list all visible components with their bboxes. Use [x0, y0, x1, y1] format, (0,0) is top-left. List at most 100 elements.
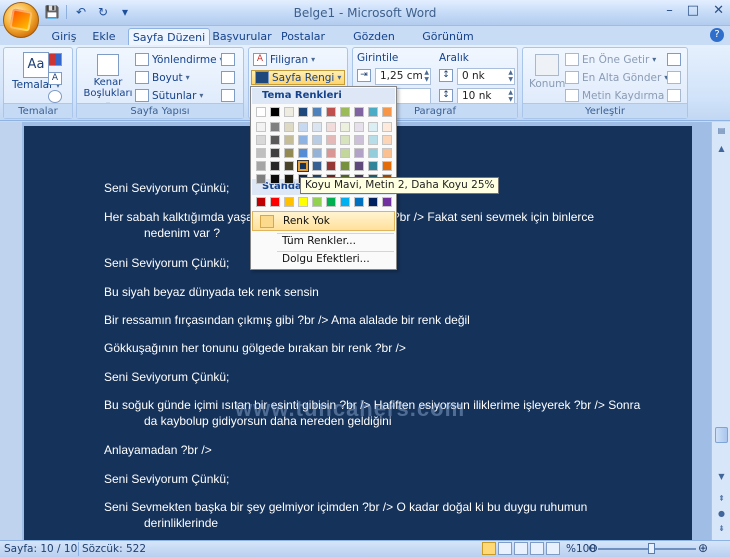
theme-colors-button[interactable] — [48, 53, 62, 66]
paragraph[interactable]: Bu siyah beyaz dünyada tek renk sensin — [104, 285, 319, 299]
zoom-out-icon[interactable]: ⊖ — [588, 541, 598, 555]
web-layout-icon[interactable] — [514, 542, 528, 555]
theme-shade-swatch[interactable] — [312, 122, 322, 132]
standard-color-swatch[interactable] — [340, 197, 350, 207]
theme-shade-swatch[interactable] — [340, 161, 350, 171]
next-page-icon[interactable]: ⇟ — [715, 524, 728, 533]
theme-shade-swatch[interactable] — [354, 135, 364, 145]
zoom-in-icon[interactable]: ⊕ — [698, 541, 708, 555]
zoom-slider-knob[interactable] — [648, 543, 655, 554]
theme-shade-swatch[interactable] — [368, 148, 378, 158]
align-button[interactable] — [667, 53, 681, 66]
tab-view[interactable]: Görünüm — [420, 28, 476, 46]
theme-color-swatch[interactable] — [298, 107, 308, 117]
close-button[interactable]: ✕ — [713, 3, 724, 18]
full-screen-reading-icon[interactable] — [498, 542, 512, 555]
theme-shade-swatch[interactable] — [298, 122, 308, 132]
page-count[interactable]: Sayfa: 10 / 10 — [4, 543, 77, 555]
theme-shade-swatch[interactable] — [256, 174, 266, 184]
theme-color-swatch[interactable] — [284, 107, 294, 117]
theme-color-swatch[interactable] — [312, 107, 322, 117]
no-color-item[interactable]: Renk Yok — [252, 211, 395, 231]
theme-shade-swatch[interactable] — [354, 122, 364, 132]
scroll-down-icon[interactable]: ▼ — [715, 472, 728, 481]
group-button[interactable] — [667, 71, 681, 84]
paragraph[interactable]: Bir ressamın fırçasından çıkmış gibi ?br… — [104, 313, 470, 327]
vertical-scrollbar[interactable]: ▤ ▲ ▼ ⇞ ● ⇟ — [711, 122, 730, 540]
theme-shade-swatch[interactable] — [270, 122, 280, 132]
more-colors-item[interactable]: Tüm Renkler... — [252, 232, 395, 252]
theme-shade-swatch[interactable] — [382, 161, 392, 171]
minimize-button[interactable]: – — [666, 3, 673, 18]
paragraph[interactable]: Seni Seviyorum Çünkü; — [104, 181, 229, 195]
theme-effects-button[interactable] — [48, 90, 62, 103]
fill-effects-item[interactable]: Dolgu Efektleri... — [252, 250, 395, 270]
tab-insert[interactable]: Ekle — [86, 28, 122, 46]
zoom-slider[interactable] — [598, 548, 696, 550]
maximize-button[interactable]: □ — [687, 3, 699, 18]
theme-color-swatch[interactable] — [382, 107, 392, 117]
theme-shade-swatch[interactable] — [368, 135, 378, 145]
theme-shade-swatch[interactable] — [256, 135, 266, 145]
theme-shade-swatch[interactable] — [326, 135, 336, 145]
theme-color-swatch[interactable] — [326, 107, 336, 117]
standard-color-swatch[interactable] — [354, 197, 364, 207]
theme-shade-swatch[interactable] — [382, 122, 392, 132]
theme-shade-swatch[interactable] — [284, 122, 294, 132]
standard-color-swatch[interactable] — [368, 197, 378, 207]
office-button[interactable] — [3, 2, 39, 38]
theme-shade-swatch[interactable] — [382, 148, 392, 158]
spacing-before-input[interactable]: 0 nk ▲ ▼ — [457, 68, 515, 85]
standard-color-swatch[interactable] — [326, 197, 336, 207]
theme-shade-swatch[interactable] — [382, 135, 392, 145]
previous-page-icon[interactable]: ⇞ — [715, 494, 728, 503]
theme-shade-swatch[interactable] — [298, 148, 308, 158]
standard-color-swatch[interactable] — [284, 197, 294, 207]
theme-shade-swatch[interactable] — [270, 148, 280, 158]
standard-color-swatch[interactable] — [312, 197, 322, 207]
help-icon[interactable]: ? — [710, 28, 724, 42]
tab-mailings[interactable]: Postalar — [278, 28, 328, 46]
theme-shade-swatch[interactable] — [270, 161, 280, 171]
theme-shade-swatch[interactable] — [326, 148, 336, 158]
theme-shade-swatch[interactable] — [256, 161, 266, 171]
indent-left-input[interactable]: 1,25 cm ▲ ▼ — [375, 68, 431, 85]
paragraph[interactable]: Seni Seviyorum Çünkü; — [104, 472, 229, 486]
paragraph[interactable]: Seni Sevmekten başka bir şey gelmiyor iç… — [104, 500, 587, 530]
paragraph[interactable]: Seni Seviyorum Çünkü; — [104, 256, 229, 270]
page-color-button[interactable]: Sayfa Rengi — [251, 70, 346, 85]
paragraph[interactable]: Gökkuşağının her tonunu gölgede bırakan … — [104, 341, 406, 355]
theme-shade-swatch[interactable] — [270, 135, 280, 145]
tab-home[interactable]: Giriş — [44, 28, 84, 46]
theme-color-swatch[interactable] — [270, 107, 280, 117]
hyphenation-button[interactable] — [221, 89, 235, 102]
position-button[interactable]: Konum — [529, 54, 565, 90]
spin-arrows-icon[interactable]: ▲ ▼ — [508, 89, 513, 103]
theme-shade-swatch[interactable] — [284, 135, 294, 145]
paragraph[interactable]: Seni Seviyorum Çünkü; — [104, 370, 229, 384]
theme-shade-swatch[interactable] — [340, 148, 350, 158]
theme-shade-swatch[interactable] — [312, 135, 322, 145]
theme-shade-swatch[interactable] — [284, 148, 294, 158]
theme-shade-swatch[interactable] — [368, 122, 378, 132]
scroll-thumb[interactable] — [715, 427, 728, 443]
theme-shade-swatch[interactable] — [284, 174, 294, 184]
theme-shade-swatch[interactable] — [256, 148, 266, 158]
theme-shade-swatch[interactable] — [368, 161, 378, 171]
rotate-button[interactable] — [667, 89, 681, 102]
theme-shade-swatch[interactable] — [326, 161, 336, 171]
theme-shade-swatch[interactable] — [340, 135, 350, 145]
breaks-button[interactable] — [221, 53, 235, 66]
theme-shade-swatch[interactable] — [312, 161, 322, 171]
theme-shade-swatch[interactable] — [326, 122, 336, 132]
watermark-button[interactable]: A Filigran — [253, 53, 315, 66]
theme-color-swatch[interactable] — [256, 107, 266, 117]
text-wrap-button[interactable]: Metin Kaydırma — [565, 89, 671, 102]
draft-icon[interactable] — [546, 542, 560, 555]
theme-shade-swatch[interactable] — [354, 161, 364, 171]
theme-shade-swatch[interactable] — [354, 148, 364, 158]
tab-page-layout[interactable]: Sayfa Düzeni — [128, 28, 210, 46]
theme-shade-swatch[interactable] — [270, 174, 280, 184]
theme-color-swatch[interactable] — [340, 107, 350, 117]
standard-color-swatch[interactable] — [256, 197, 266, 207]
